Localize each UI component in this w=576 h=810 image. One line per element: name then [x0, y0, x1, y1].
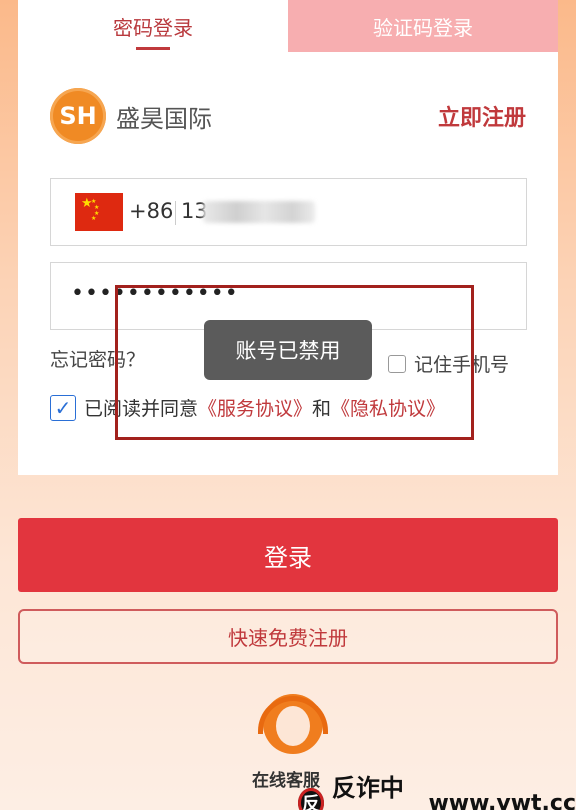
quick-register-button[interactable]: 快速免费注册	[18, 609, 558, 664]
anti-fraud-logo-icon: 反	[298, 788, 324, 810]
watermark-text: 反诈中心	[331, 773, 404, 810]
login-tabs: 密码登录 验证码登录	[18, 0, 558, 52]
tab-sms-login-label: 验证码登录	[373, 15, 473, 40]
brand-logo-text: SH	[59, 102, 97, 130]
brand-name: 盛昊国际	[116, 104, 212, 133]
login-button[interactable]: 登录	[18, 518, 558, 592]
active-tab-indicator	[136, 47, 170, 50]
tab-password-login-label: 密码登录	[113, 15, 193, 40]
brand: SH 盛昊国际	[50, 88, 212, 144]
china-flag-icon[interactable]: ★ ★ ★ ★ ★	[75, 193, 123, 231]
tab-sms-login[interactable]: 验证码登录	[288, 0, 558, 52]
blurred-phone-digits	[203, 201, 315, 223]
customer-service-icon[interactable]	[258, 694, 328, 764]
login-button-label: 登录	[264, 543, 312, 572]
agreement-checkbox[interactable]: ✓	[50, 394, 76, 421]
watermark: 反 反诈中心 www.vwt.cc	[298, 768, 576, 810]
field-divider	[175, 201, 176, 225]
country-code[interactable]: +86	[129, 199, 173, 223]
brand-logo: SH	[50, 88, 106, 144]
quick-register-label: 快速免费注册	[228, 626, 348, 650]
highlight-box	[115, 285, 474, 440]
phone-field[interactable]: ★ ★ ★ ★ ★ +86 13	[50, 178, 527, 246]
register-now-link[interactable]: 立即注册	[438, 100, 526, 132]
watermark-url: www.vwt.cc	[428, 790, 576, 810]
tab-password-login[interactable]: 密码登录	[18, 0, 288, 52]
